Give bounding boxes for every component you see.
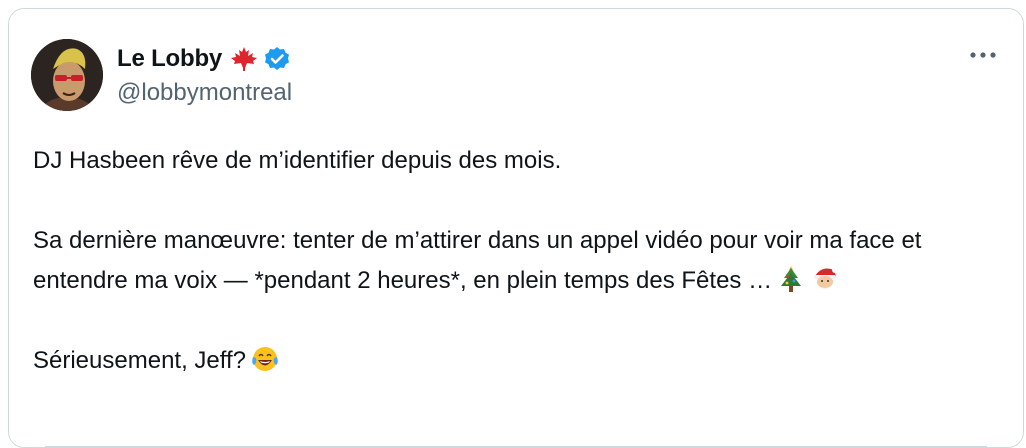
author-handle[interactable]: @lobbymontreal xyxy=(117,79,292,107)
tweet-paragraph-1-text: DJ Hasbeen rêve de m’identifier depuis d… xyxy=(33,147,562,174)
tweet-card[interactable]: Le Lobby @lobbymontreal DJ Hasbeen rêve … xyxy=(8,8,1024,448)
tweet-paragraph-3: Sérieusement, Jeff? xyxy=(33,341,993,381)
more-options-button[interactable] xyxy=(963,43,1003,67)
author-display-name[interactable]: Le Lobby xyxy=(117,45,222,73)
tweet-paragraph-1: DJ Hasbeen rêve de m’identifier depuis d… xyxy=(33,141,993,181)
more-horizontal-icon xyxy=(970,52,996,58)
santa-icon xyxy=(814,267,839,290)
christmas-tree-icon xyxy=(781,266,802,292)
divider xyxy=(45,446,987,447)
tweet-paragraph-2: Sa dernière manœuvre: tenter de m’attire… xyxy=(33,221,993,301)
tweet-paragraph-3-text: Sérieusement, Jeff? xyxy=(33,347,247,374)
author-name-row: Le Lobby xyxy=(117,43,290,75)
avatar-image xyxy=(31,39,103,111)
laughing-tears-icon xyxy=(252,347,278,371)
tweet-text: DJ Hasbeen rêve de m’identifier depuis d… xyxy=(33,141,993,381)
maple-leaf-icon xyxy=(231,47,258,71)
verified-badge-icon[interactable] xyxy=(264,46,290,72)
avatar[interactable] xyxy=(31,39,103,111)
